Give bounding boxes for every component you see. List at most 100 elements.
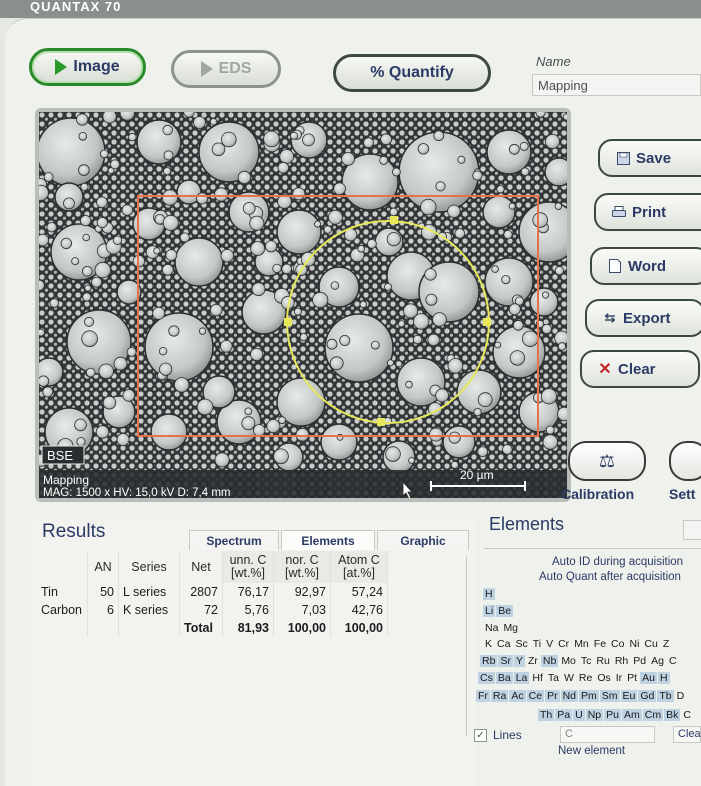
element-cu[interactable]: Cu bbox=[642, 638, 659, 650]
element-ce[interactable]: Ce bbox=[526, 690, 545, 702]
name-input[interactable]: Mapping bbox=[532, 74, 701, 96]
element-eu[interactable]: Eu bbox=[620, 690, 638, 702]
element-tb[interactable]: Tb bbox=[657, 690, 674, 702]
roi-handle-top[interactable] bbox=[390, 216, 398, 224]
table-row[interactable]: Tin 50 L series 2807 76,17 92,97 57,24 bbox=[37, 583, 388, 601]
export-button[interactable]: ⇆ Export bbox=[585, 299, 701, 337]
tab-elements[interactable]: Elements bbox=[281, 530, 375, 550]
clear-button[interactable]: ✕ Clear bbox=[580, 350, 700, 388]
element-pu[interactable]: Pu bbox=[604, 709, 621, 721]
auto-quant-option[interactable]: Auto Quant after acquisition bbox=[539, 571, 681, 583]
element-h[interactable]: H bbox=[657, 672, 670, 684]
table-row[interactable]: Carbon 6 K series 72 5,76 7,03 42,76 bbox=[37, 601, 388, 619]
element-co[interactable]: Co bbox=[609, 638, 626, 650]
settings-button[interactable] bbox=[669, 441, 701, 481]
print-button[interactable]: Print bbox=[594, 193, 701, 231]
sem-image-view[interactable]: BSE Mapping MAG: 1500 x HV: 15,0 kV D: 7… bbox=[39, 112, 567, 498]
element-v[interactable]: V bbox=[544, 638, 555, 650]
element-input[interactable]: C bbox=[560, 726, 655, 743]
element-cr[interactable]: Cr bbox=[556, 638, 571, 650]
element-rh[interactable]: Rh bbox=[613, 655, 630, 667]
element-ca[interactable]: Ca bbox=[495, 638, 512, 650]
element-pa[interactable]: Pa bbox=[555, 709, 573, 721]
element-ag[interactable]: Ag bbox=[649, 655, 666, 667]
element-sm[interactable]: Sm bbox=[599, 690, 620, 702]
element-mn[interactable]: Mn bbox=[572, 638, 591, 650]
element-ni[interactable]: Ni bbox=[627, 638, 641, 650]
element-am[interactable]: Am bbox=[621, 709, 642, 721]
element-y[interactable]: Y bbox=[513, 655, 525, 667]
element-pd[interactable]: Pd bbox=[631, 655, 648, 667]
periodic-row: K Ca Sc Ti V Cr Mn Fe Co Ni Cu Z bbox=[483, 638, 672, 650]
element-cs[interactable]: Cs bbox=[478, 672, 495, 684]
element-li[interactable]: Li bbox=[483, 605, 496, 617]
element-ac[interactable]: Ac bbox=[509, 690, 526, 702]
element-ra[interactable]: Ra bbox=[490, 690, 509, 702]
element-fe[interactable]: Fe bbox=[592, 638, 608, 650]
element-k[interactable]: K bbox=[483, 638, 494, 650]
element-pr[interactable]: Pr bbox=[545, 690, 560, 702]
element-z[interactable]: Z bbox=[661, 638, 671, 650]
element-nd[interactable]: Nd bbox=[560, 690, 578, 702]
element-au[interactable]: Au bbox=[640, 672, 657, 684]
periodic-row: Rb Sr Y Zr Nb Mo Tc Ru Rh Pd Ag C bbox=[480, 655, 680, 667]
tab-graphic[interactable]: Graphic bbox=[377, 530, 469, 550]
element-fr[interactable]: Fr bbox=[476, 690, 490, 702]
element-pt[interactable]: Pt bbox=[625, 672, 639, 684]
element-w[interactable]: W bbox=[562, 672, 576, 684]
periodic-row: H bbox=[483, 588, 496, 600]
element-c[interactable]: C bbox=[681, 709, 693, 721]
element-os[interactable]: Os bbox=[595, 672, 612, 684]
element-gd[interactable]: Gd bbox=[638, 690, 657, 702]
element-la[interactable]: La bbox=[513, 672, 530, 684]
element-rb[interactable]: Rb bbox=[480, 655, 498, 667]
element-mo[interactable]: Mo bbox=[559, 655, 578, 667]
export-arrows-icon: ⇆ bbox=[604, 310, 616, 325]
element-na[interactable]: Na bbox=[483, 622, 500, 634]
eds-mode-label: EDS bbox=[218, 60, 252, 77]
total-label: Total bbox=[179, 619, 223, 637]
element-sr[interactable]: Sr bbox=[498, 655, 513, 667]
auto-id-option[interactable]: Auto ID during acquisition bbox=[552, 556, 683, 568]
lines-label: Lines bbox=[493, 728, 522, 742]
element-sc[interactable]: Sc bbox=[513, 638, 529, 650]
element-re[interactable]: Re bbox=[577, 672, 594, 684]
element-ba[interactable]: Ba bbox=[495, 672, 513, 684]
roi-handle-right[interactable] bbox=[483, 318, 491, 326]
eds-mode-button[interactable]: EDS bbox=[171, 50, 281, 88]
clear-element-button[interactable]: Clea bbox=[673, 726, 701, 743]
element-ti[interactable]: Ti bbox=[531, 638, 543, 650]
word-button[interactable]: Word bbox=[590, 247, 701, 285]
element-cm[interactable]: Cm bbox=[642, 709, 664, 721]
roi-handle-left[interactable] bbox=[284, 318, 292, 326]
roi-handle-bottom[interactable] bbox=[377, 418, 385, 426]
tab-spectrum[interactable]: Spectrum bbox=[189, 530, 279, 550]
element-d[interactable]: D bbox=[675, 690, 687, 702]
element-bk[interactable]: Bk bbox=[664, 709, 681, 721]
element-ru[interactable]: Ru bbox=[594, 655, 611, 667]
element-nb[interactable]: Nb bbox=[540, 655, 559, 667]
image-mode-button[interactable]: Image bbox=[29, 48, 146, 86]
save-button[interactable]: Save bbox=[598, 139, 701, 177]
element-ta[interactable]: Ta bbox=[546, 672, 561, 684]
element-zr[interactable]: Zr bbox=[526, 655, 540, 667]
periodic-row: Na Mg bbox=[483, 622, 521, 634]
element-hf[interactable]: Hf bbox=[530, 672, 545, 684]
element-h[interactable]: H bbox=[483, 588, 495, 600]
window-title: QUANTAX 70 bbox=[0, 0, 701, 18]
element-np[interactable]: Np bbox=[585, 709, 604, 721]
element-pm[interactable]: Pm bbox=[579, 690, 599, 702]
element-be[interactable]: Be bbox=[496, 605, 514, 617]
lines-checkbox[interactable]: ✓ Lines bbox=[474, 728, 522, 742]
calibration-button[interactable]: ⚖ bbox=[568, 441, 646, 481]
element-ir[interactable]: Ir bbox=[614, 672, 624, 684]
element-c[interactable]: C bbox=[667, 655, 679, 667]
element-u[interactable]: U bbox=[573, 709, 585, 721]
element-tc[interactable]: Tc bbox=[579, 655, 594, 667]
app-window: QUANTAX 70 Image EDS % Quantify Name Map… bbox=[0, 0, 701, 786]
element-th[interactable]: Th bbox=[538, 709, 555, 721]
name-label: Name bbox=[536, 54, 571, 69]
quantify-button[interactable]: % Quantify bbox=[333, 54, 491, 92]
element-mg[interactable]: Mg bbox=[501, 622, 520, 634]
elements-tab[interactable] bbox=[683, 520, 701, 540]
